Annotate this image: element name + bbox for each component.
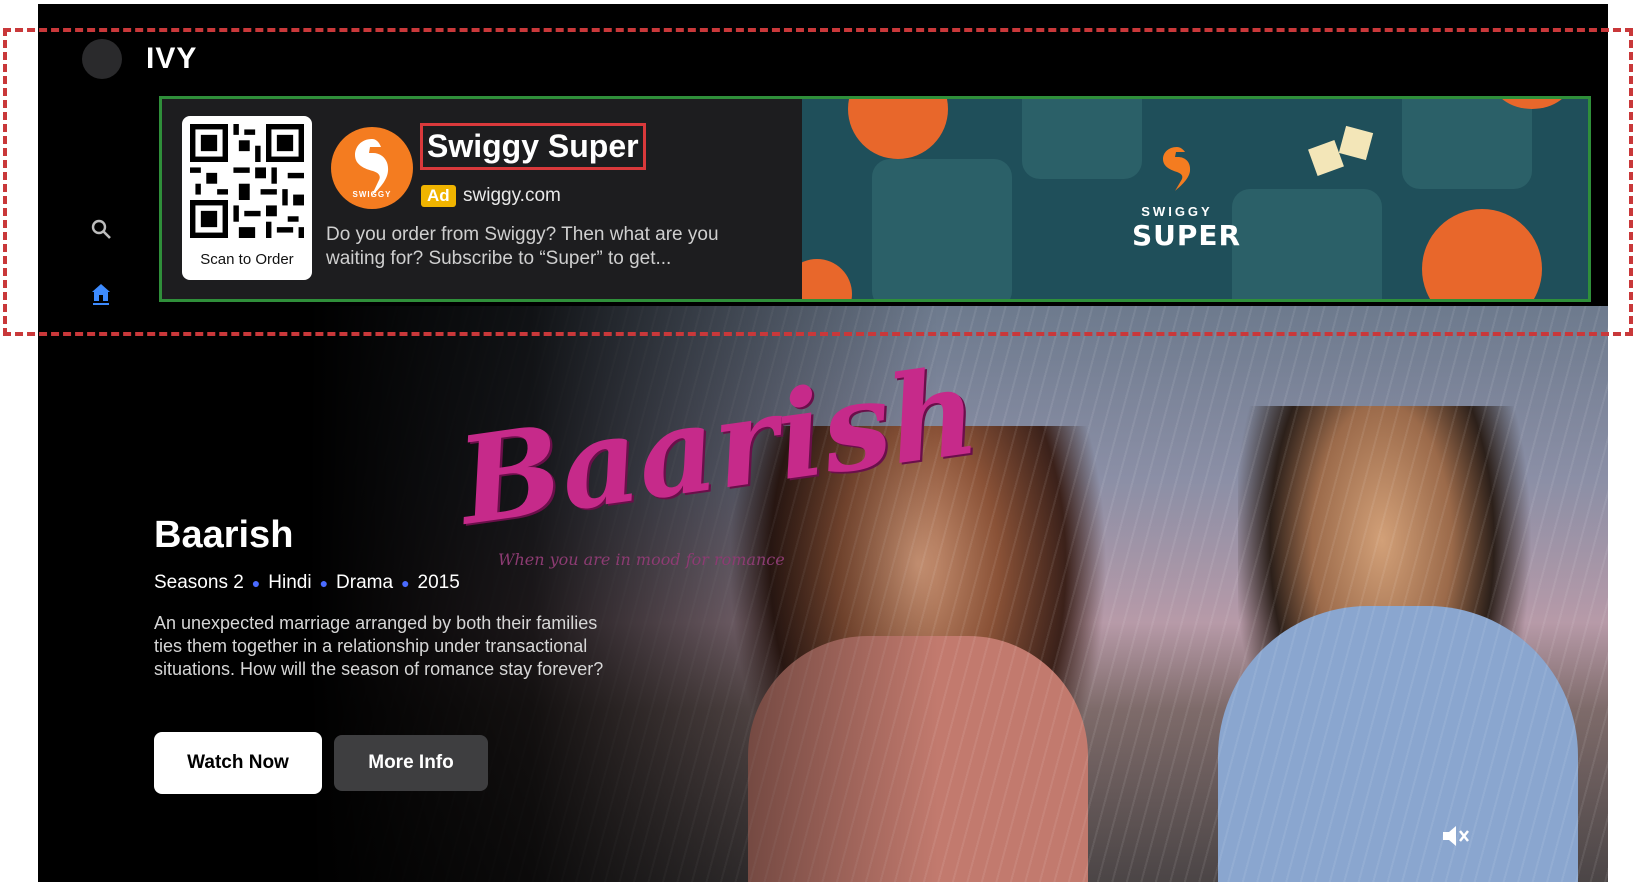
ad-description: Do you order from Swiggy? Then what are … bbox=[326, 224, 719, 269]
watch-now-button[interactable]: Watch Now bbox=[154, 732, 322, 794]
tv-screen: IVY Scan to Order SWIGGY Swiggy Super Ad… bbox=[38, 4, 1608, 882]
profile-avatar[interactable] bbox=[82, 39, 122, 79]
app-brand: IVY bbox=[146, 42, 198, 75]
ad-title[interactable]: Swiggy Super bbox=[420, 123, 646, 170]
ad-badge: Ad bbox=[421, 185, 456, 207]
ad-artwork: SWIGGY SUPER bbox=[802, 99, 1588, 299]
mute-icon[interactable] bbox=[1440, 822, 1470, 850]
show-logo-tagline: When you are in mood for romance bbox=[498, 550, 785, 569]
search-icon[interactable] bbox=[88, 216, 114, 242]
show-title: Baarish bbox=[154, 514, 294, 556]
swiggy-super-logo: SWIGGY SUPER bbox=[1132, 143, 1242, 252]
show-meta: Seasons 2 ● Hindi ● Drama ● 2015 bbox=[154, 572, 460, 593]
art-small-text: SWIGGY bbox=[1141, 204, 1213, 219]
show-description: An unexpected marriage arranged by both … bbox=[154, 613, 604, 679]
art-big-text: SUPER bbox=[1132, 219, 1242, 252]
ad-banner[interactable]: Scan to Order SWIGGY Swiggy Super Ad swi… bbox=[159, 96, 1591, 302]
meta-genre: Drama bbox=[336, 572, 394, 593]
meta-language: Hindi bbox=[268, 572, 312, 593]
swiggy-logo-text: SWIGGY bbox=[353, 190, 392, 199]
more-info-button[interactable]: More Info bbox=[334, 735, 488, 791]
home-icon[interactable] bbox=[88, 280, 114, 306]
swiggy-logo: SWIGGY bbox=[331, 127, 413, 209]
meta-year: 2015 bbox=[417, 572, 460, 593]
qr-code-icon bbox=[190, 124, 304, 238]
ad-domain: swiggy.com bbox=[463, 185, 561, 206]
qr-caption: Scan to Order bbox=[200, 251, 294, 268]
qr-card[interactable]: Scan to Order bbox=[182, 116, 312, 280]
hero-banner: Baarish When you are in mood for romance… bbox=[38, 306, 1608, 882]
meta-seasons: Seasons 2 bbox=[154, 572, 244, 593]
